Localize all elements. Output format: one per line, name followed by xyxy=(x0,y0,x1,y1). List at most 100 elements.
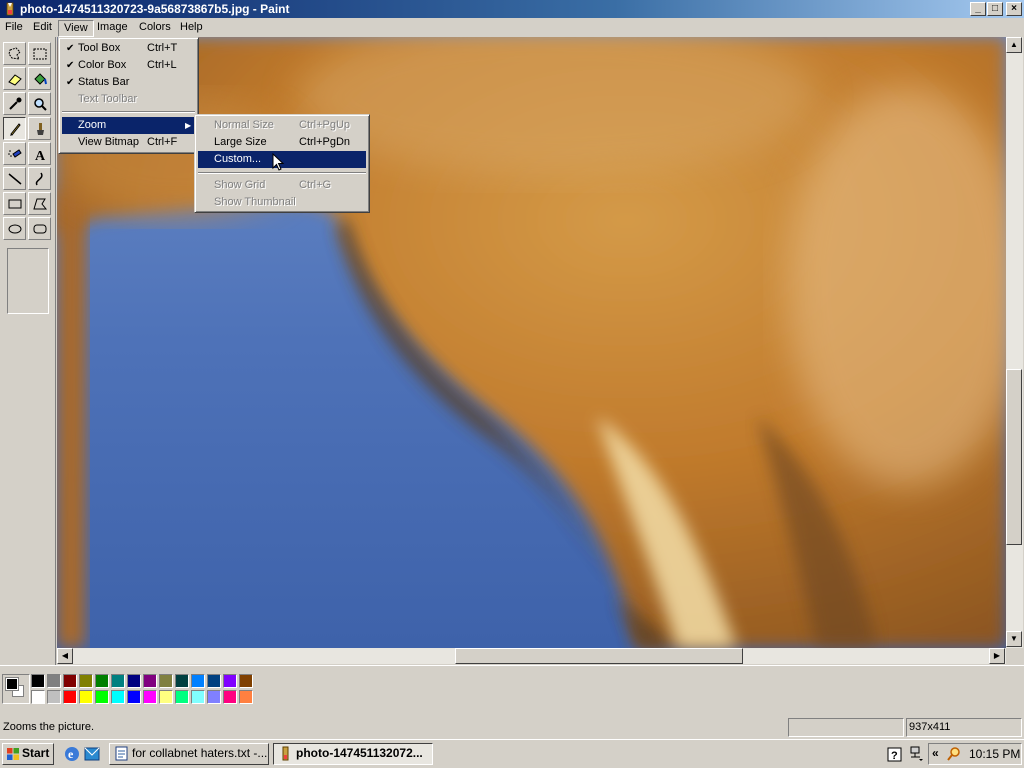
eraser-tool[interactable] xyxy=(3,67,26,90)
scroll-right-button[interactable]: ▶ xyxy=(989,648,1005,664)
task-label: for collabnet haters.txt -... xyxy=(132,746,268,760)
menu-edit[interactable]: Edit xyxy=(28,20,57,37)
menu-bar: File Edit View Image Colors Help xyxy=(0,18,1024,37)
pick-color-tool[interactable] xyxy=(3,92,26,115)
windows-logo-icon xyxy=(7,748,19,760)
palette-color-swatch[interactable] xyxy=(95,674,109,688)
view-menu: ✔ Tool Box Ctrl+T ✔ Color Box Ctrl+L ✔ Sta… xyxy=(58,37,199,154)
ellipse-icon xyxy=(8,224,21,233)
menu-item-view-bitmap[interactable]: View Bitmap Ctrl+F xyxy=(62,134,195,151)
menu-item-tool-box[interactable]: ✔ Tool Box Ctrl+T xyxy=(62,40,195,57)
select-icon xyxy=(33,48,46,59)
palette-color-swatch[interactable] xyxy=(79,674,93,688)
curve-icon xyxy=(35,172,43,185)
horizontal-scroll-thumb[interactable] xyxy=(455,648,743,664)
palette-color-swatch[interactable] xyxy=(31,674,45,688)
palette-color-swatch[interactable] xyxy=(191,690,205,704)
tool-options-panel[interactable] xyxy=(7,248,49,314)
palette-color-swatch[interactable] xyxy=(223,690,237,704)
menu-item-color-box[interactable]: ✔ Color Box Ctrl+L xyxy=(62,57,195,74)
clock[interactable]: 10:15 PM xyxy=(969,747,1020,761)
vertical-scrollbar[interactable]: ▲ ▼ xyxy=(1006,37,1023,648)
taskbar-paint-task[interactable]: photo-147451132072... xyxy=(273,743,433,765)
svg-text:?: ? xyxy=(891,750,898,762)
menu-item-status-bar[interactable]: ✔ Status Bar xyxy=(62,74,195,91)
pencil-tool[interactable] xyxy=(3,117,26,140)
palette-color-swatch[interactable] xyxy=(127,690,141,704)
rectangle-icon xyxy=(8,199,21,208)
curve-tool[interactable] xyxy=(28,167,51,190)
network-icon[interactable] xyxy=(908,745,926,763)
polygon-tool[interactable] xyxy=(28,192,51,215)
menu-colors[interactable]: Colors xyxy=(134,20,176,37)
fill-with-color-tool[interactable] xyxy=(28,67,51,90)
current-colors[interactable] xyxy=(2,674,30,704)
start-button[interactable]: Start xyxy=(2,743,54,765)
palette-color-swatch[interactable] xyxy=(159,690,173,704)
palette-color-swatch[interactable] xyxy=(111,690,125,704)
rectangle-tool[interactable] xyxy=(3,192,26,215)
palette-color-swatch[interactable] xyxy=(207,690,221,704)
palette-color-swatch[interactable] xyxy=(79,690,93,704)
minimize-button[interactable]: _ xyxy=(970,2,986,16)
palette-color-swatch[interactable] xyxy=(95,690,109,704)
menu-image[interactable]: Image xyxy=(92,20,133,37)
palette-color-swatch[interactable] xyxy=(223,674,237,688)
foreground-color xyxy=(5,677,19,691)
taskbar-notepad-task[interactable]: for collabnet haters.txt -... xyxy=(109,743,269,765)
search-icon[interactable] xyxy=(946,746,962,762)
ellipse-tool[interactable] xyxy=(3,217,26,240)
palette-color-swatch[interactable] xyxy=(175,674,189,688)
palette-color-swatch[interactable] xyxy=(159,674,173,688)
palette-color-swatch[interactable] xyxy=(111,674,125,688)
menu-view[interactable]: View xyxy=(58,20,94,37)
palette-color-swatch[interactable] xyxy=(47,690,61,704)
airbrush-icon xyxy=(7,148,22,158)
scroll-down-button[interactable]: ▼ xyxy=(1006,631,1022,647)
palette-color-swatch[interactable] xyxy=(127,674,141,688)
horizontal-scrollbar[interactable]: ◀ ▶ xyxy=(57,648,1006,664)
free-form-select-icon xyxy=(7,46,21,60)
palette-color-swatch[interactable] xyxy=(143,690,157,704)
close-button[interactable]: × xyxy=(1006,2,1022,16)
start-label: Start xyxy=(22,746,50,760)
free-form-select-tool[interactable] xyxy=(3,42,26,65)
scroll-left-button[interactable]: ◀ xyxy=(57,648,73,664)
task-label: photo-147451132072... xyxy=(296,746,423,760)
palette-color-swatch[interactable] xyxy=(31,690,45,704)
help-icon[interactable]: ? xyxy=(886,746,904,764)
rounded-rectangle-tool[interactable] xyxy=(28,217,51,240)
palette-color-swatch[interactable] xyxy=(63,674,77,688)
taskbar: Start e for collabnet haters.txt -... ph… xyxy=(0,739,1024,768)
brush-tool[interactable] xyxy=(28,117,51,140)
palette-color-swatch[interactable] xyxy=(143,674,157,688)
select-tool[interactable] xyxy=(28,42,51,65)
menu-help[interactable]: Help xyxy=(175,20,208,37)
menu-file[interactable]: File xyxy=(0,20,28,37)
text-icon: A xyxy=(35,149,46,162)
line-tool[interactable] xyxy=(3,167,26,190)
notepad-icon xyxy=(115,746,128,761)
palette-color-swatch[interactable] xyxy=(191,674,205,688)
palette-color-swatch[interactable] xyxy=(239,674,253,688)
palette-color-swatch[interactable] xyxy=(63,690,77,704)
palette-color-swatch[interactable] xyxy=(47,674,61,688)
tray-expand-chevron[interactable]: « xyxy=(932,746,939,760)
palette-color-swatch[interactable] xyxy=(175,690,189,704)
title-bar: photo-1474511320723-9a56873867b5.jpg - P… xyxy=(0,0,1024,18)
status-bar: Zooms the picture. 937x411 xyxy=(0,716,1024,738)
scroll-up-button[interactable]: ▲ xyxy=(1006,37,1022,53)
maximize-button[interactable]: □ xyxy=(987,2,1003,16)
palette-color-swatch[interactable] xyxy=(239,690,253,704)
vertical-scroll-thumb[interactable] xyxy=(1006,369,1022,545)
menu-item-large-size[interactable]: Large Size Ctrl+PgDn xyxy=(198,134,366,151)
magnifier-tool[interactable] xyxy=(28,92,51,115)
text-tool[interactable]: A xyxy=(28,142,51,165)
palette-color-swatch[interactable] xyxy=(207,674,221,688)
airbrush-tool[interactable] xyxy=(3,142,26,165)
rounded-rectangle-icon xyxy=(33,224,46,233)
outlook-express-icon[interactable] xyxy=(83,745,101,763)
menu-separator xyxy=(62,111,195,113)
internet-explorer-icon[interactable]: e xyxy=(63,745,81,763)
menu-item-zoom[interactable]: Zoom ▶ xyxy=(62,117,195,134)
